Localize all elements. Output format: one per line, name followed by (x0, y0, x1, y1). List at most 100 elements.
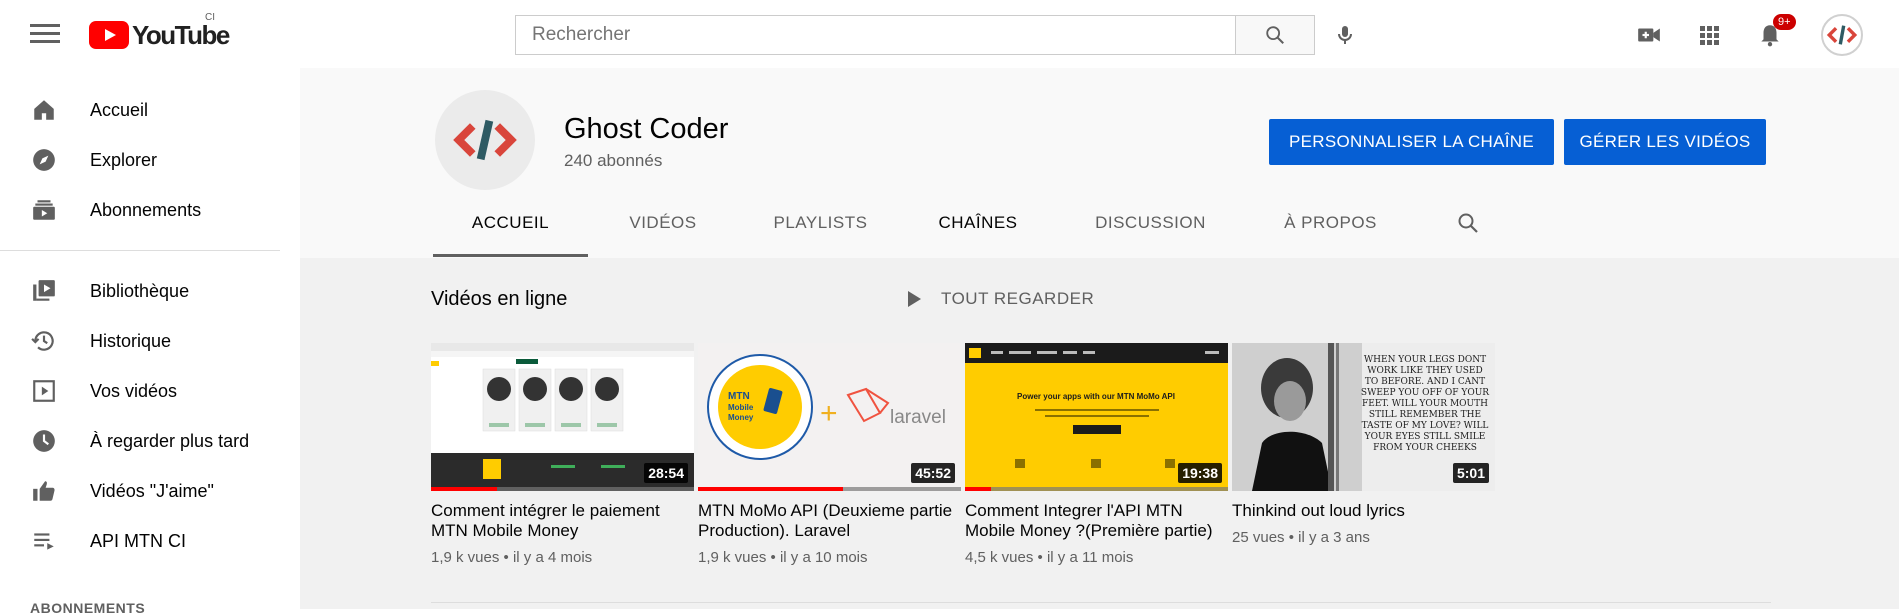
video-title[interactable]: Comment intégrer le paiement MTN Mobile … (431, 501, 694, 541)
video-card[interactable]: MTN Mobile Money + laravel 45:52 MTN MoM… (698, 343, 961, 566)
tab-discussion[interactable]: DISCUSSION (1053, 190, 1248, 256)
guide-sidebar: Accueil Explorer Abonnements Bibliothèqu… (0, 68, 300, 616)
video-duration: 45:52 (911, 463, 955, 483)
momo-logo-text-3: Money (728, 413, 754, 422)
channel-name: Ghost Coder (564, 113, 729, 145)
sidebar-item-label: Bibliothèque (90, 280, 190, 301)
library-icon (30, 277, 58, 305)
compass-icon (30, 146, 58, 174)
laravel-wordmark: laravel (890, 407, 946, 428)
channel-search-button[interactable] (1438, 190, 1498, 256)
video-thumbnail[interactable]: 28:54 (431, 343, 694, 491)
video-duration: 5:01 (1452, 463, 1489, 483)
sidebar-item-label: Accueil (90, 99, 149, 120)
account-avatar[interactable] (1821, 14, 1863, 56)
code-logo-icon (1826, 25, 1858, 45)
sidebar-item-label: Vos vidéos (90, 380, 178, 401)
video-title[interactable]: MTN MoMo API (Deuxieme partie Production… (698, 501, 961, 541)
sidebar-item-library[interactable]: Bibliothèque (0, 266, 300, 316)
code-logo-icon (453, 119, 517, 161)
notification-badge: 9+ (1773, 14, 1796, 30)
subscriptions-icon (30, 196, 58, 224)
tab-home[interactable]: ACCUEIL (433, 190, 588, 256)
clock-icon (30, 427, 58, 455)
youtube-logo[interactable]: YouTube (89, 19, 230, 50)
play-icon (908, 291, 921, 307)
logo-text: YouTube (132, 19, 230, 50)
sidebar-item-label: À regarder plus tard (90, 430, 250, 451)
tab-channels[interactable]: CHAÎNES (903, 190, 1053, 256)
masthead: YouTube CI 9+ (0, 0, 1899, 68)
sidebar-item-history[interactable]: Historique (0, 316, 300, 366)
apps-button[interactable] (1691, 17, 1727, 53)
play-all-button[interactable]: TOUT REGARDER (908, 289, 1094, 309)
sidebar-divider (0, 250, 280, 251)
video-title[interactable]: Thinkind out loud lyrics (1232, 501, 1495, 521)
menu-icon[interactable] (30, 24, 60, 44)
watch-progress-bar (698, 487, 843, 491)
your-videos-icon (30, 377, 58, 405)
banner-title: Power your apps with our MTN MoMo API (1017, 392, 1175, 401)
video-card[interactable]: WHEN YOUR LEGS DONT WORK LIKE THEY USED … (1232, 343, 1495, 546)
channel-avatar[interactable] (435, 90, 535, 190)
play-all-label: TOUT REGARDER (941, 289, 1095, 308)
sidebar-item-home[interactable]: Accueil (0, 85, 300, 135)
video-thumbnail[interactable]: WHEN YOUR LEGS DONT WORK LIKE THEY USED … (1232, 343, 1495, 491)
watch-progress-track (965, 487, 1228, 491)
video-metadata: 1,9 k vues • il y a 10 mois (698, 549, 868, 566)
video-camera-add-icon (1638, 28, 1660, 42)
search-icon (1266, 26, 1285, 44)
sidebar-item-liked-videos[interactable]: Vidéos "J'aime" (0, 466, 300, 516)
svg-text:+: + (820, 397, 838, 430)
active-tab-indicator (433, 254, 588, 257)
playlist-icon (30, 527, 58, 555)
channel-content: Vidéos en ligne TOUT REGARDER 28:54 Comm… (300, 258, 1899, 609)
sidebar-item-explore[interactable]: Explorer (0, 135, 300, 185)
video-thumbnail[interactable]: MTN Mobile Money + laravel 45:52 (698, 343, 961, 491)
history-icon (30, 327, 58, 355)
momo-logo-text-2: Mobile (728, 403, 754, 412)
sidebar-item-playlist[interactable]: API MTN CI (0, 516, 300, 566)
search-button[interactable] (1235, 15, 1315, 55)
sidebar-item-your-videos[interactable]: Vos vidéos (0, 366, 300, 416)
lyrics-overlay: WHEN YOUR LEGS DONT WORK LIKE THEY USED … (1360, 355, 1490, 453)
tab-playlists[interactable]: PLAYLISTS (738, 190, 903, 256)
video-metadata: 1,9 k vues • il y a 4 mois (431, 549, 593, 566)
youtube-play-icon (89, 21, 129, 49)
video-card[interactable]: Power your apps with our MTN MoMo API 19… (965, 343, 1228, 566)
logo-country-code: CI (205, 12, 215, 23)
shelf-title[interactable]: Vidéos en ligne (431, 288, 567, 311)
sidebar-item-watch-later[interactable]: À regarder plus tard (0, 416, 300, 466)
watch-progress-bar (431, 487, 497, 491)
subscriber-count: 240 abonnés (564, 151, 663, 170)
sidebar-item-label: Historique (90, 330, 172, 351)
home-icon (30, 96, 58, 124)
sidebar-item-label: Vidéos "J'aime" (90, 480, 214, 501)
tab-about[interactable]: À PROPOS (1248, 190, 1413, 256)
create-video-button[interactable] (1631, 17, 1667, 53)
video-duration: 28:54 (644, 463, 688, 483)
tab-videos[interactable]: VIDÉOS (588, 190, 738, 256)
sidebar-item-subscriptions[interactable]: Abonnements (0, 185, 300, 235)
manage-videos-button[interactable]: GÉRER LES VIDÉOS (1564, 119, 1766, 165)
channel-header: Ghost Coder 240 abonnés PERSONNALISER LA… (300, 68, 1899, 258)
search-icon (1458, 213, 1478, 233)
momo-logo-text-1: MTN (728, 391, 750, 402)
voice-search-button[interactable] (1327, 17, 1363, 53)
video-title[interactable]: Comment Integrer l'API MTN Mobile Money … (965, 501, 1228, 541)
video-metadata: 25 vues • il y a 3 ans (1232, 529, 1370, 546)
video-metadata: 4,5 k vues • il y a 11 mois (965, 549, 1134, 566)
sidebar-item-label: Abonnements (90, 199, 202, 220)
sidebar-section-title: ABONNEMENTS (30, 600, 146, 616)
video-card[interactable]: 28:54 Comment intégrer le paiement MTN M… (431, 343, 694, 566)
thumbs-up-icon (30, 477, 58, 505)
video-duration: 19:38 (1178, 463, 1222, 483)
watch-progress-bar (965, 487, 992, 491)
sidebar-item-label: API MTN CI (90, 530, 187, 551)
video-thumbnail[interactable]: Power your apps with our MTN MoMo API 19… (965, 343, 1228, 491)
apps-grid-icon (1700, 26, 1719, 45)
shelf-divider (431, 602, 1771, 603)
microphone-icon (1338, 26, 1352, 44)
customize-channel-button[interactable]: PERSONNALISER LA CHAÎNE (1269, 119, 1554, 165)
search-input[interactable] (515, 15, 1236, 55)
